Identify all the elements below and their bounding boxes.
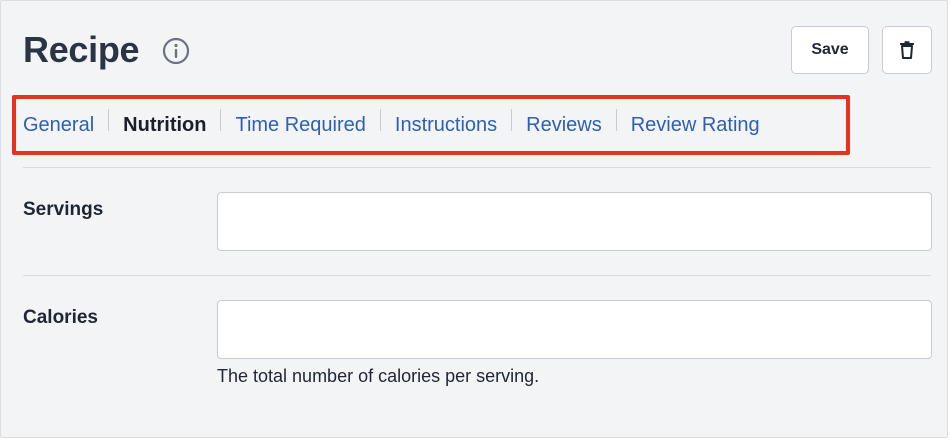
trash-icon [899, 41, 915, 59]
servings-label: Servings [23, 199, 104, 220]
tab-general[interactable]: General [23, 105, 94, 145]
tab-nutrition[interactable]: Nutrition [123, 105, 206, 145]
tab-time-required[interactable]: Time Required [235, 105, 365, 145]
tab-separator [220, 109, 222, 131]
tab-review-rating[interactable]: Review Rating [631, 105, 760, 145]
calories-help-text: The total number of calories per serving… [217, 366, 540, 386]
field-divider [23, 275, 931, 276]
tab-separator [108, 109, 110, 131]
delete-button[interactable] [882, 26, 932, 74]
info-circle-icon[interactable] [162, 37, 190, 65]
servings-input[interactable] [217, 192, 932, 251]
tab-reviews[interactable]: Reviews [526, 105, 602, 145]
tab-instructions[interactable]: Instructions [395, 105, 497, 145]
calories-input[interactable] [217, 300, 932, 359]
page-title: Recipe [23, 29, 140, 70]
calories-label: Calories [23, 307, 98, 328]
tab-separator [615, 109, 617, 131]
section-divider [23, 167, 931, 168]
tab-separator [379, 109, 381, 131]
save-button[interactable]: Save [791, 26, 869, 74]
recipe-panel: Recipe Save General Nutrition Time Requi… [0, 0, 948, 438]
tab-separator [511, 109, 513, 131]
panel-header: Recipe Save [1, 1, 949, 96]
tab-bar: General Nutrition Time Required Instruct… [23, 105, 760, 145]
